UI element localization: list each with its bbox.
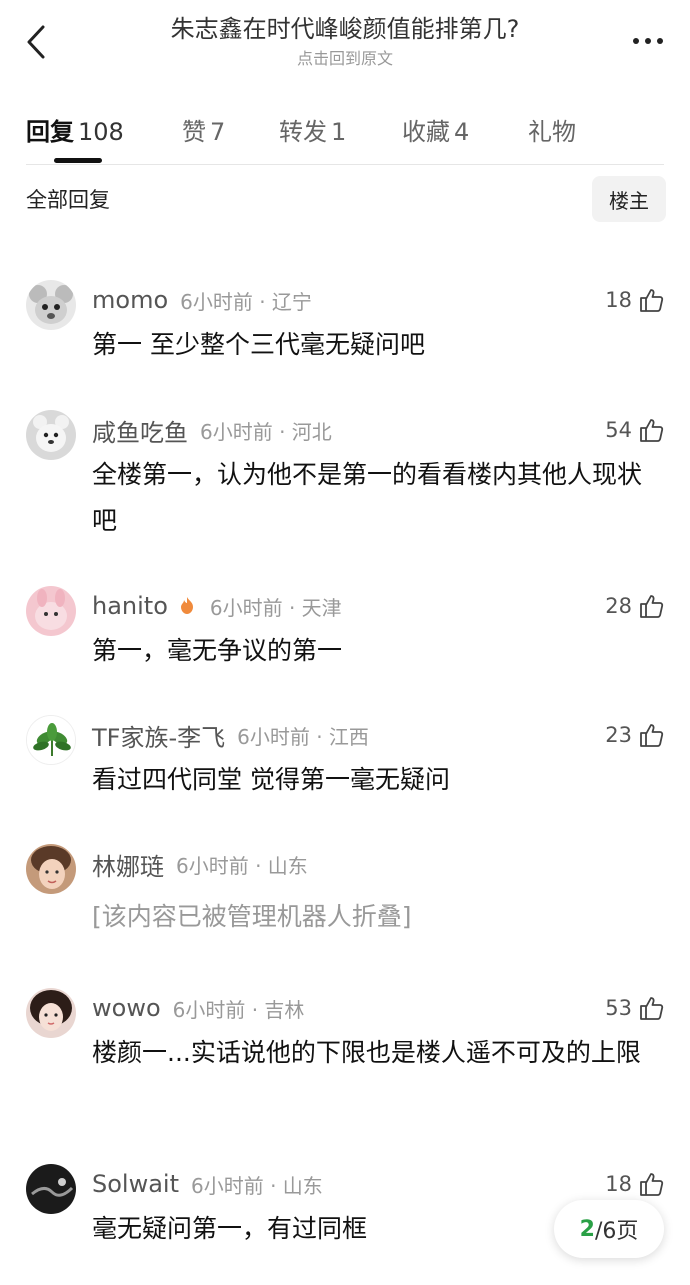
thumbs-up-icon [640,419,664,442]
top-bar: 朱志鑫在时代峰峻颜值能排第几? 点击回到原文 [0,0,690,80]
avatar[interactable] [26,1164,76,1214]
more-menu-button[interactable] [626,26,670,56]
comment-time: 6小时前 · 山东 [191,1173,323,1198]
girl-avatar-icon [26,844,76,894]
username[interactable]: TF家族-李飞 [92,718,225,753]
pink-avatar-icon [26,586,76,636]
like-count: 54 [605,418,632,442]
total-pages: /6页 [594,1219,639,1244]
like-count: 18 [605,1172,632,1196]
like-count: 23 [605,723,632,747]
bear-avatar-icon [26,410,76,460]
like-button[interactable]: 53 [605,988,664,1028]
comment-time: 6小时前 · 辽宁 [180,289,312,314]
like-button[interactable]: 28 [605,586,664,626]
comment-time: 6小时前 · 河北 [200,419,332,444]
avatar[interactable] [26,280,76,330]
avatar[interactable] [26,715,76,765]
username[interactable]: 林娜琏 [92,847,164,882]
comment-time: 6小时前 · 天津 [209,595,342,620]
folded-comment-text[interactable]: [该内容已被管理机器人折叠] [92,894,664,940]
active-tab-indicator [54,158,102,163]
like-button[interactable]: 18 [605,1164,664,1204]
like-count: 18 [605,288,632,312]
comment-text: 看过四代同堂 觉得第一毫无疑问 [92,765,450,794]
tab-gifts[interactable]: 礼物 [528,112,576,147]
mouse-avatar-icon [26,280,76,330]
comment-text: 楼颜一...实话说他的下限也是楼人遥不可及的上限 [92,1038,641,1067]
page-title: 朱志鑫在时代峰峻颜值能排第几? [170,15,520,43]
tab-reposts[interactable]: 转发 1 [279,112,346,147]
chevron-left-icon [27,25,45,59]
back-to-post-link[interactable]: 点击回到原文 [80,48,610,70]
username[interactable]: Solwait [92,1170,179,1198]
like-count: 28 [605,594,632,618]
avatar[interactable] [26,844,76,894]
thumbs-up-icon [640,1173,664,1196]
comment-time: 6小时前 · 江西 [237,724,369,749]
like-button[interactable]: 23 [605,715,664,755]
filter-all-replies[interactable]: 全部回复 [26,184,110,214]
avatar[interactable] [26,410,76,460]
girl2-avatar-icon [26,988,76,1038]
comment-text: 全楼第一，认为他不是第一的看看楼内其他人现状吧 [92,460,643,535]
tab-favorites[interactable]: 收藏 4 [402,112,469,147]
like-button[interactable]: 18 [605,280,664,320]
avatar[interactable] [26,988,76,1038]
avatar[interactable] [26,586,76,636]
like-button[interactable]: 54 [605,410,664,450]
thumbs-up-icon [640,997,664,1020]
more-icon [633,38,639,44]
comment-time: 6小时前 · 吉林 [172,997,305,1022]
owner-only-button[interactable]: 楼主 [592,176,666,222]
like-count: 53 [605,996,632,1020]
tab-replies[interactable]: 回复 108 [26,112,124,147]
username[interactable]: momo [92,286,168,314]
page-indicator-button[interactable]: 2/6页 [554,1200,664,1258]
username[interactable]: hanito [92,592,168,620]
flame-badge-icon [180,597,193,614]
dark-avatar-icon [26,1164,76,1214]
username[interactable]: 咸鱼吃鱼 [92,413,188,448]
thumbs-up-icon [640,289,664,312]
leaf-avatar-icon [27,716,75,764]
comment-time: 6小时前 · 山东 [176,853,308,878]
thumbs-up-icon [640,724,664,747]
back-button[interactable] [16,20,56,64]
username[interactable]: wowo [92,994,161,1022]
comment-text: 第一，毫无争议的第一 [92,636,343,665]
thumbs-up-icon [640,595,664,618]
current-page: 2 [579,1216,595,1242]
comment-text: 第一 至少整个三代毫无疑问吧 [92,330,425,359]
tab-likes[interactable]: 赞7 [182,112,225,147]
tab-bar: 回复 108 赞7 转发 1 收藏 4 礼物 [26,100,664,165]
